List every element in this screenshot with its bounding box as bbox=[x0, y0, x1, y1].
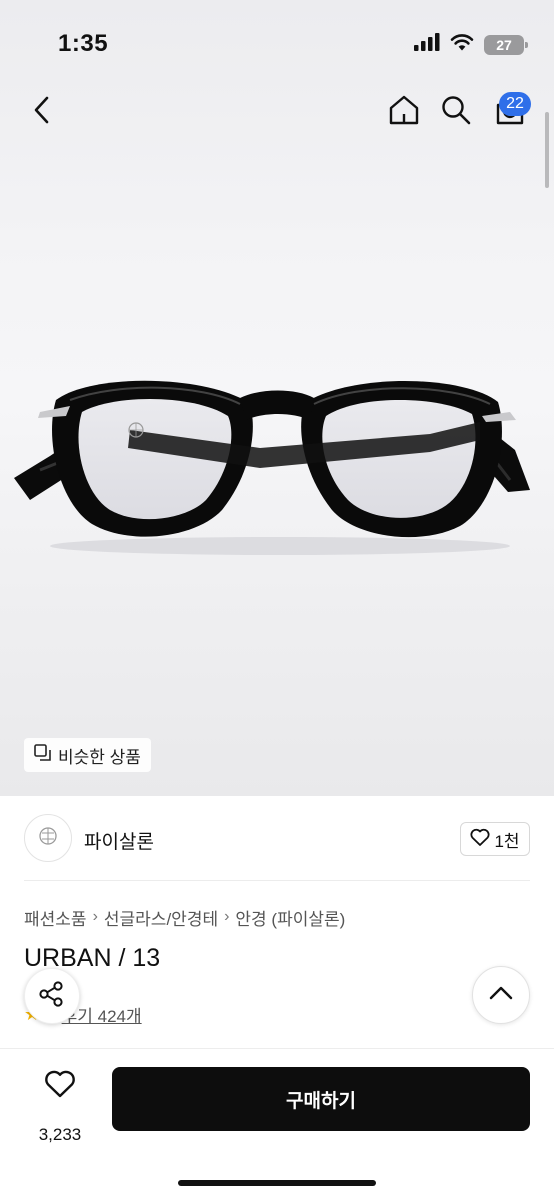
breadcrumb: 패션소품 › 선글라스/안경테 › 안경 (파이살론) bbox=[24, 904, 345, 930]
divider bbox=[24, 880, 530, 881]
search-button[interactable] bbox=[434, 88, 478, 136]
product-hero[interactable]: 1:35 27 22 비슷한 상품 bbox=[0, 0, 554, 796]
scroll-to-top-button[interactable] bbox=[472, 966, 530, 1024]
like-count: 3,233 bbox=[38, 1125, 82, 1144]
product-detail-page: 1:35 27 22 비슷한 상품 파이살론 1천 패션소품 › 선글라스/안경… bbox=[0, 0, 554, 1200]
shop-name[interactable]: 파이살론 bbox=[84, 827, 154, 854]
scroll-indicator bbox=[545, 112, 549, 188]
home-indicator bbox=[178, 1180, 376, 1186]
like-button[interactable]: 3,233 bbox=[24, 1069, 96, 1144]
shop-avatar[interactable] bbox=[24, 814, 72, 862]
similar-items-icon bbox=[34, 743, 52, 767]
home-button[interactable] bbox=[382, 88, 426, 136]
share-button[interactable] bbox=[24, 968, 80, 1024]
search-icon bbox=[440, 94, 472, 131]
wifi-icon bbox=[450, 33, 474, 56]
signal-icon bbox=[414, 33, 440, 56]
home-icon bbox=[388, 94, 420, 131]
chevron-right-icon: › bbox=[224, 908, 230, 925]
battery-indicator: 27 bbox=[484, 34, 528, 55]
heart-icon bbox=[44, 1069, 76, 1104]
status-bar: 1:35 27 bbox=[0, 0, 554, 80]
chevron-right-icon: › bbox=[92, 908, 98, 925]
back-button[interactable] bbox=[20, 88, 64, 136]
back-icon bbox=[32, 95, 52, 130]
breadcrumb-item[interactable]: 선글라스/안경테 bbox=[104, 905, 218, 930]
buy-button[interactable]: 구매하기 bbox=[112, 1067, 530, 1131]
product-image[interactable] bbox=[10, 360, 544, 560]
shop-info-row: 파이살론 1천 bbox=[24, 814, 530, 862]
breadcrumb-item[interactable]: 안경 (파이살론) bbox=[235, 905, 345, 930]
chevron-up-icon bbox=[489, 986, 513, 1005]
cart-count-badge: 22 bbox=[499, 92, 531, 116]
breadcrumb-item[interactable]: 패션소품 bbox=[24, 905, 87, 930]
battery-level: 27 bbox=[496, 36, 512, 53]
follow-count: 1천 bbox=[494, 831, 520, 851]
bottom-action-bar: 3,233 구매하기 bbox=[0, 1049, 554, 1200]
similar-items-button[interactable]: 비슷한 상품 bbox=[24, 738, 151, 772]
status-icons: 27 bbox=[414, 33, 528, 56]
heart-icon bbox=[470, 828, 490, 851]
follow-button[interactable]: 1천 bbox=[460, 822, 530, 856]
share-icon bbox=[38, 980, 66, 1013]
shop-logo-icon bbox=[37, 825, 59, 852]
top-navigation bbox=[0, 88, 554, 136]
status-time: 1:35 bbox=[58, 30, 109, 57]
similar-items-label: 비슷한 상품 bbox=[58, 747, 141, 767]
